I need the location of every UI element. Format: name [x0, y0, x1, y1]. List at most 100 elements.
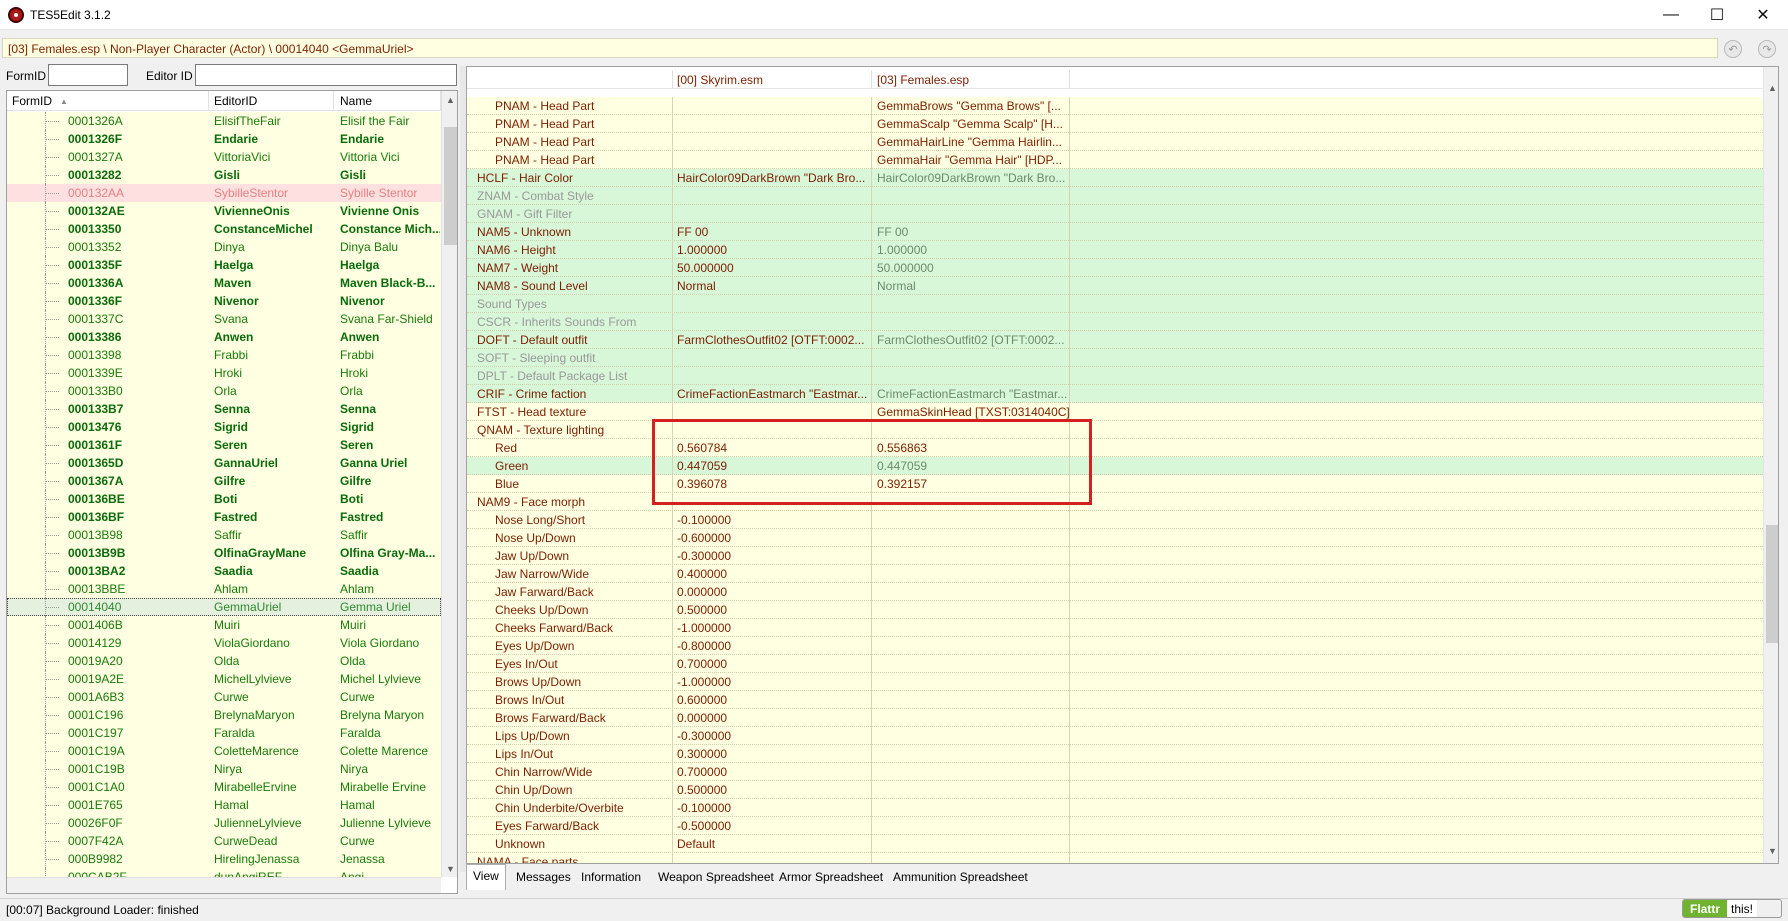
column-plugin-skyrim[interactable]: [00] Skyrim.esm — [677, 73, 763, 87]
field-row[interactable]: Chin Underbite/Overbite -0.100000 — [467, 799, 1763, 817]
field-row[interactable]: Jaw Narrow/Wide 0.400000 — [467, 565, 1763, 583]
field-row[interactable]: Jaw Farward/Back 0.000000 — [467, 583, 1763, 601]
field-value-females[interactable]: 50.000000 — [877, 261, 1075, 275]
record-row[interactable]: 0001365D GannaUriel Ganna Uriel — [7, 454, 441, 472]
record-row[interactable]: 0001361F Seren Seren — [7, 436, 441, 454]
field-value-skyrim[interactable]: 0.000000 — [677, 585, 872, 599]
column-separator[interactable] — [1069, 70, 1070, 88]
field-row[interactable]: PNAM - Head Part GemmaHair "Gemma Hair" [… — [467, 151, 1763, 169]
field-row[interactable]: Nose Up/Down -0.600000 — [467, 529, 1763, 547]
field-row[interactable]: PNAM - Head Part GemmaBrows "Gemma Brows"… — [467, 97, 1763, 115]
field-value-skyrim[interactable]: FF 00 — [677, 225, 872, 239]
record-row[interactable]: 00013350 ConstanceMichel Constance Mich... — [7, 220, 441, 238]
record-row[interactable]: 0001C197 Faralda Faralda — [7, 724, 441, 742]
field-row[interactable]: SOFT - Sleeping outfit — [467, 349, 1763, 367]
field-row[interactable]: Brows Up/Down -1.000000 — [467, 673, 1763, 691]
maximize-button[interactable]: ☐ — [1694, 0, 1740, 30]
field-row[interactable]: Chin Up/Down 0.500000 — [467, 781, 1763, 799]
field-value-skyrim[interactable]: CrimeFactionEastmarch "Eastmar... — [677, 387, 872, 401]
scroll-down-icon[interactable]: ▼ — [442, 860, 457, 877]
field-row[interactable]: CSCR - Inherits Sounds From — [467, 313, 1763, 331]
tab-information[interactable]: Information — [575, 866, 647, 888]
field-row[interactable]: ZNAM - Combat Style — [467, 187, 1763, 205]
record-row[interactable]: 00019A2E MichelLylvieve Michel Lylvieve — [7, 670, 441, 688]
record-row[interactable]: 00013BBE Ahlam Ahlam — [7, 580, 441, 598]
record-row[interactable]: 0007F42A CurweDead Curwe — [7, 832, 441, 850]
forward-button[interactable]: ↷ — [1758, 40, 1776, 58]
field-row[interactable]: Brows Farward/Back 0.000000 — [467, 709, 1763, 727]
field-value-females[interactable]: 1.000000 — [877, 243, 1075, 257]
field-row[interactable]: DOFT - Default outfit FarmClothesOutfit02… — [467, 331, 1763, 349]
field-row[interactable]: Lips Up/Down -0.300000 — [467, 727, 1763, 745]
record-row[interactable]: 0001C19A ColetteMarence Colette Marence — [7, 742, 441, 760]
field-value-skyrim[interactable]: -0.300000 — [677, 549, 872, 563]
field-value-skyrim[interactable]: Default — [677, 837, 872, 851]
record-row[interactable]: 000B9982 HirelingJenassa Jenassa — [7, 850, 441, 868]
record-row[interactable]: 0001A6B3 Curwe Curwe — [7, 688, 441, 706]
field-row[interactable]: Eyes Farward/Back -0.500000 — [467, 817, 1763, 835]
field-value-skyrim[interactable]: 0.400000 — [677, 567, 872, 581]
tab-messages[interactable]: Messages — [510, 866, 577, 888]
field-row[interactable]: Chin Narrow/Wide 0.700000 — [467, 763, 1763, 781]
scroll-up-icon[interactable]: ▲ — [442, 91, 457, 108]
column-editorid[interactable]: EditorID — [214, 94, 257, 108]
field-value-skyrim[interactable]: 0.500000 — [677, 783, 872, 797]
field-value-females[interactable]: CrimeFactionEastmarch "Eastmar... — [877, 387, 1075, 401]
tab-view[interactable]: View — [466, 864, 506, 890]
record-row[interactable]: 0001336A Maven Maven Black-B... — [7, 274, 441, 292]
field-row[interactable]: Unknown Default — [467, 835, 1763, 853]
field-row[interactable]: Nose Long/Short -0.100000 — [467, 511, 1763, 529]
column-formid[interactable]: FormID — [12, 94, 52, 108]
field-value-females[interactable]: GemmaScalp "Gemma Scalp" [H... — [877, 117, 1075, 131]
field-value-skyrim[interactable]: 0.500000 — [677, 603, 872, 617]
field-row[interactable]: Cheeks Farward/Back -1.000000 — [467, 619, 1763, 637]
field-value-skyrim[interactable]: 0.600000 — [677, 693, 872, 707]
field-value-skyrim[interactable]: -0.800000 — [677, 639, 872, 653]
field-value-skyrim[interactable]: Normal — [677, 279, 872, 293]
field-value-skyrim[interactable]: -0.500000 — [677, 819, 872, 833]
field-row[interactable]: NAM8 - Sound Level Normal Normal — [467, 277, 1763, 295]
field-value-skyrim[interactable]: -1.000000 — [677, 621, 872, 635]
record-row[interactable]: 000133B7 Senna Senna — [7, 400, 441, 418]
record-row[interactable]: 0001C196 BrelynaMaryon Brelyna Maryon — [7, 706, 441, 724]
record-row[interactable]: 0001C1A0 MirabelleErvine Mirabelle Ervine — [7, 778, 441, 796]
record-row[interactable]: 00013398 Frabbi Frabbi — [7, 346, 441, 364]
tab-armor-spreadsheet[interactable]: Armor Spreadsheet — [773, 866, 889, 888]
column-name[interactable]: Name — [340, 94, 372, 108]
record-row[interactable]: 0001337C Svana Svana Far-Shield — [7, 310, 441, 328]
field-value-skyrim[interactable]: 0.300000 — [677, 747, 872, 761]
record-row[interactable]: 0001326F Endarie Endarie — [7, 130, 441, 148]
scroll-down-icon[interactable]: ▼ — [1764, 842, 1778, 859]
field-row[interactable]: Sound Types — [467, 295, 1763, 313]
scrollbar-thumb[interactable] — [1766, 525, 1778, 643]
field-row[interactable]: NAM7 - Weight 50.000000 50.000000 — [467, 259, 1763, 277]
field-row[interactable]: Eyes In/Out 0.700000 — [467, 655, 1763, 673]
record-row[interactable]: 0001367A Gilfre Gilfre — [7, 472, 441, 490]
column-plugin-females[interactable]: [03] Females.esp — [877, 73, 969, 87]
field-value-females[interactable]: GemmaSkinHead [TXST:0314040C] — [877, 405, 1075, 419]
record-list-horizontal-scrollbar[interactable] — [7, 877, 441, 893]
field-value-skyrim[interactable]: -0.300000 — [677, 729, 872, 743]
record-row[interactable]: 0001327A VittoriaVici Vittoria Vici — [7, 148, 441, 166]
field-row[interactable]: Brows In/Out 0.600000 — [467, 691, 1763, 709]
flattr-button[interactable]: Flattr this! — [1682, 899, 1782, 918]
field-row[interactable]: GNAM - Gift Filter — [467, 205, 1763, 223]
record-row[interactable]: 0001339E Hroki Hroki — [7, 364, 441, 382]
field-row[interactable]: NAM5 - Unknown FF 00 FF 00 — [467, 223, 1763, 241]
field-value-females[interactable]: GemmaHairLine "Gemma Hairlin... — [877, 135, 1075, 149]
record-row[interactable]: 000132AA SybilleStentor Sybille Stentor — [7, 184, 441, 202]
record-row[interactable]: 0001336F Nivenor Nivenor — [7, 292, 441, 310]
column-separator[interactable] — [333, 91, 334, 111]
field-value-skyrim[interactable]: -0.100000 — [677, 801, 872, 815]
record-row[interactable]: 000136BE Boti Boti — [7, 490, 441, 508]
field-value-females[interactable]: GemmaBrows "Gemma Brows" [... — [877, 99, 1075, 113]
field-value-skyrim[interactable]: 0.700000 — [677, 765, 872, 779]
field-value-skyrim[interactable]: HairColor09DarkBrown "Dark Bro... — [677, 171, 872, 185]
record-row[interactable]: 00013B98 Saffir Saffir — [7, 526, 441, 544]
field-row[interactable]: NAM6 - Height 1.000000 1.000000 — [467, 241, 1763, 259]
record-row[interactable]: 00013B9B OlfinaGrayMane Olfina Gray-Ma... — [7, 544, 441, 562]
field-value-skyrim[interactable]: -0.600000 — [677, 531, 872, 545]
record-row[interactable]: 0001E765 Hamal Hamal — [7, 796, 441, 814]
minimize-button[interactable]: — — [1648, 0, 1694, 30]
record-list-vertical-scrollbar[interactable]: ▲ ▼ — [441, 91, 457, 877]
